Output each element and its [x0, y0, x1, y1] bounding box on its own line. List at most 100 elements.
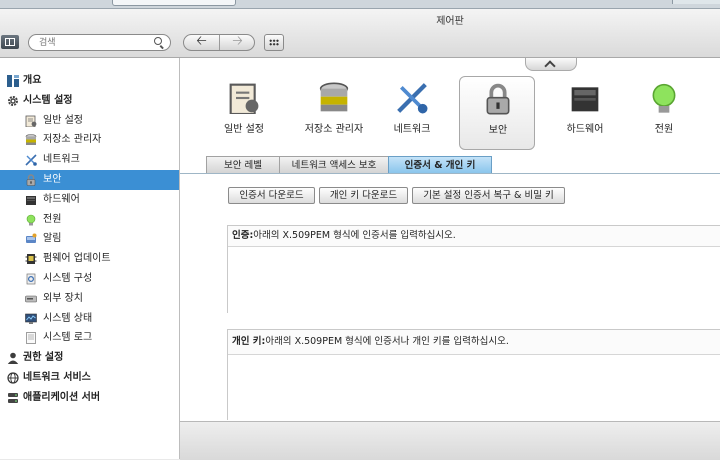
private-key-label: 개인 키: [232, 336, 266, 347]
sidebar-item[interactable]: 외부 장치 [0, 289, 179, 309]
storage-icon [25, 134, 37, 146]
bulb-icon [648, 82, 680, 114]
sidebar-item[interactable]: 네트워크 서비스 [0, 368, 179, 388]
private-key-panel-header: 개인 키:아래의 X.509PEM 형식에 인증서나 개인 키를 입력하십시오. [228, 330, 720, 355]
sidebar-toggle-button[interactable] [1, 35, 19, 49]
sidebar-item[interactable]: 보안 [0, 170, 179, 190]
external-device-icon [25, 293, 37, 305]
sidebar-item-label: 시스템 로그 [43, 332, 93, 344]
private-key-textarea[interactable] [228, 355, 720, 423]
sidebar-item-label: 보안 [43, 174, 62, 185]
bottom-bar [180, 421, 720, 460]
hardware-icon [569, 82, 601, 114]
sidebar-item[interactable]: 하드웨어 [0, 190, 179, 210]
lock-icon [25, 174, 37, 186]
grid-icon [269, 39, 279, 46]
sidebar-item-label: 전원 [43, 213, 62, 225]
browser-top-strip [0, 0, 720, 9]
download-private-key-button[interactable]: 개인 키 다운로드 [319, 187, 408, 204]
window-title: 제어판 [436, 16, 464, 27]
category-label: 일반 설정 [224, 124, 264, 135]
gear-icon [7, 95, 19, 107]
firmware-icon [25, 253, 37, 265]
sidebar-item[interactable]: 저장소 관리자 [0, 130, 179, 150]
sidebar-item-label: 펌웨어 업데이트 [43, 253, 111, 265]
certificate-panel: 인증:아래의 X.509PEM 형식에 인증서를 입력하십시오. [227, 225, 720, 316]
globe-icon [7, 372, 19, 384]
category-label: 보안 [488, 125, 508, 136]
category-label: 전원 [654, 124, 674, 135]
monitor-icon [25, 313, 37, 325]
category-label: 네트워크 [393, 124, 431, 135]
sidebar-item[interactable]: 시스템 설정 [0, 91, 179, 111]
search-box[interactable] [28, 34, 171, 51]
user-icon [7, 352, 19, 365]
settings-doc-icon [228, 82, 260, 116]
subtab-bar: 보안 레벨 네트워크 액세스 보호 인증서 & 개인 키 [180, 156, 720, 174]
sidebar-item-label: 외부 장치 [43, 292, 83, 304]
sidebar-item-label: 하드웨어 [43, 193, 80, 205]
log-icon [25, 332, 37, 345]
search-icon[interactable] [154, 37, 162, 45]
browser-strip-right [672, 0, 720, 4]
settings-doc-icon [25, 115, 37, 127]
category-lock[interactable]: 보안 [459, 76, 535, 150]
sidebar-item[interactable]: 애플리케이션 서버 [0, 388, 179, 408]
lock-icon [482, 83, 514, 115]
address-bar-edge[interactable] [112, 0, 236, 6]
sidebar-item[interactable]: 시스템 로그 [0, 328, 179, 348]
tab-security-level[interactable]: 보안 레벨 [206, 156, 280, 174]
sidebar-item[interactable]: 일반 설정 [0, 111, 179, 131]
search-input[interactable] [39, 36, 149, 49]
sidebar-item[interactable]: 시스템 상태 [0, 309, 179, 329]
collapse-categories-button[interactable] [525, 58, 577, 71]
category-hardware[interactable]: 하드웨어 [547, 76, 623, 150]
main-content: 일반 설정 저장소 관리자네트워크 보안 하드웨어전원 보안 레벨 네트워크 액세스 … [180, 58, 720, 460]
hardware-icon [25, 194, 37, 206]
sidebar-layout-icon [5, 38, 15, 46]
storage-icon [318, 82, 350, 114]
forward-button[interactable]: 🡢 [220, 35, 255, 50]
restore-default-certificate-button[interactable]: 기본 설정 인증서 복구 & 비밀 키 [412, 187, 565, 204]
sidebar-item[interactable]: 전원 [0, 210, 179, 230]
back-button[interactable]: 🡠 [184, 35, 219, 50]
subtab-divider [180, 173, 720, 174]
sidebar-item-label: 네트워크 서비스 [23, 372, 91, 383]
app-grid-button[interactable] [264, 34, 284, 51]
sidebar-item-label: 일반 설정 [43, 114, 83, 126]
sidebar-item[interactable]: 시스템 구성 [0, 269, 179, 289]
network-icon [25, 154, 37, 166]
sidebar-item-label: 권한 설정 [23, 352, 64, 364]
sidebar-item[interactable]: 펌웨어 업데이트 [0, 249, 179, 269]
sidebar-item[interactable]: 알림 [0, 229, 179, 249]
sidebar-item-label: 네트워크 [43, 154, 80, 166]
category-settings-doc[interactable]: 일반 설정 [206, 76, 282, 150]
sidebar-item-label: 저장소 관리자 [43, 134, 102, 146]
certificate-panel-header: 인증:아래의 X.509PEM 형식에 인증서를 입력하십시오. [228, 226, 720, 247]
sidebar-item-label: 시스템 상태 [43, 312, 93, 324]
private-key-instruction: 아래의 X.509PEM 형식에 인증서나 개인 키를 입력하십시오. [265, 336, 509, 347]
system-config-icon [25, 273, 37, 285]
certificate-label: 인증: [232, 230, 254, 241]
sidebar-item[interactable]: 권한 설정 [0, 348, 179, 368]
tab-certificate-private-key[interactable]: 인증서 & 개인 키 [388, 156, 492, 174]
category-bulb[interactable]: 전원 [626, 76, 702, 150]
certificate-instruction: 아래의 X.509PEM 형식에 인증서를 입력하십시오. [253, 230, 456, 241]
toolbar: 제어판 🡠 🡢 [0, 9, 720, 58]
overview-icon [7, 75, 19, 87]
sidebar-item[interactable]: 네트워크 [0, 150, 179, 170]
category-network[interactable]: 네트워크 [374, 76, 450, 150]
certificate-textarea[interactable] [228, 247, 720, 316]
server-icon [7, 392, 19, 404]
sidebar-item-label: 개요 [23, 75, 42, 86]
tab-network-access-protection[interactable]: 네트워크 액세스 보호 [279, 156, 389, 174]
category-storage[interactable]: 저장소 관리자 [296, 76, 372, 150]
sidebar-item-label: 시스템 구성 [43, 273, 93, 284]
private-key-panel: 개인 키:아래의 X.509PEM 형식에 인증서나 개인 키를 입력하십시오. [227, 329, 720, 423]
download-certificate-button[interactable]: 인증서 다운로드 [228, 187, 315, 204]
network-icon [396, 82, 428, 114]
notification-icon [25, 233, 37, 245]
sidebar-item[interactable]: 개요 [0, 71, 179, 91]
sidebar-item-label: 알림 [43, 233, 62, 245]
bulb-icon [25, 214, 37, 226]
